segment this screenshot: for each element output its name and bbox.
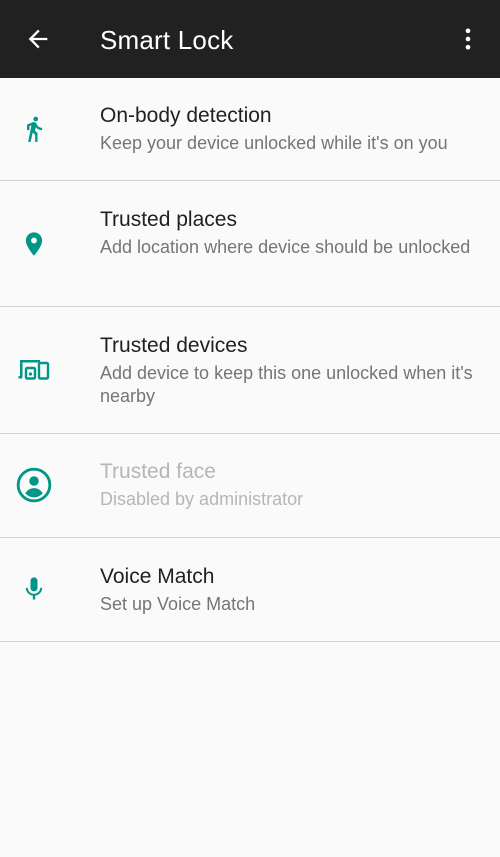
microphone-icon: [25, 577, 43, 600]
trusted-devices-item[interactable]: Trusted devices Add device to keep this …: [0, 307, 500, 434]
back-button[interactable]: [20, 21, 56, 57]
devices-icon: [18, 360, 50, 380]
item-subtitle: Disabled by administrator: [100, 489, 304, 509]
on-body-detection-icon-wrap: [14, 109, 54, 149]
item-title: On-body detection: [100, 104, 272, 127]
item-subtitle: Add device to keep this one unlocked whe…: [100, 363, 473, 406]
item-subtitle: Keep your device unlocked while it's on …: [100, 133, 448, 153]
location-pin-icon: [25, 232, 43, 256]
item-title: Trusted face: [100, 460, 216, 483]
smart-lock-options-list: On-body detection Keep your device unloc…: [0, 78, 500, 642]
voice-match-icon-wrap: [14, 569, 54, 609]
trusted-places-icon-wrap: [14, 224, 54, 264]
voice-match-item[interactable]: Voice Match Set up Voice Match: [0, 538, 500, 642]
item-subtitle: Set up Voice Match: [100, 594, 256, 614]
arrow-back-icon: [28, 29, 48, 49]
item-title: Voice Match: [100, 565, 215, 588]
more-options-button[interactable]: [450, 21, 486, 57]
on-body-detection-item[interactable]: On-body detection Keep your device unloc…: [0, 78, 500, 181]
item-title: Trusted places: [100, 208, 237, 231]
page-title: Smart Lock: [100, 25, 234, 55]
face-icon: [16, 467, 52, 503]
item-title: Trusted devices: [100, 334, 248, 357]
trusted-face-item: Trusted face Disabled by administrator: [0, 434, 500, 538]
more-vert-icon: [465, 28, 471, 50]
walking-person-icon: [27, 116, 43, 142]
trusted-face-icon-wrap: [14, 465, 54, 505]
trusted-places-item[interactable]: Trusted places Add location where device…: [0, 181, 500, 307]
app-bar: Smart Lock: [0, 0, 500, 78]
trusted-devices-icon-wrap: [14, 350, 54, 390]
item-subtitle: Add location where device should be unlo…: [100, 237, 471, 257]
